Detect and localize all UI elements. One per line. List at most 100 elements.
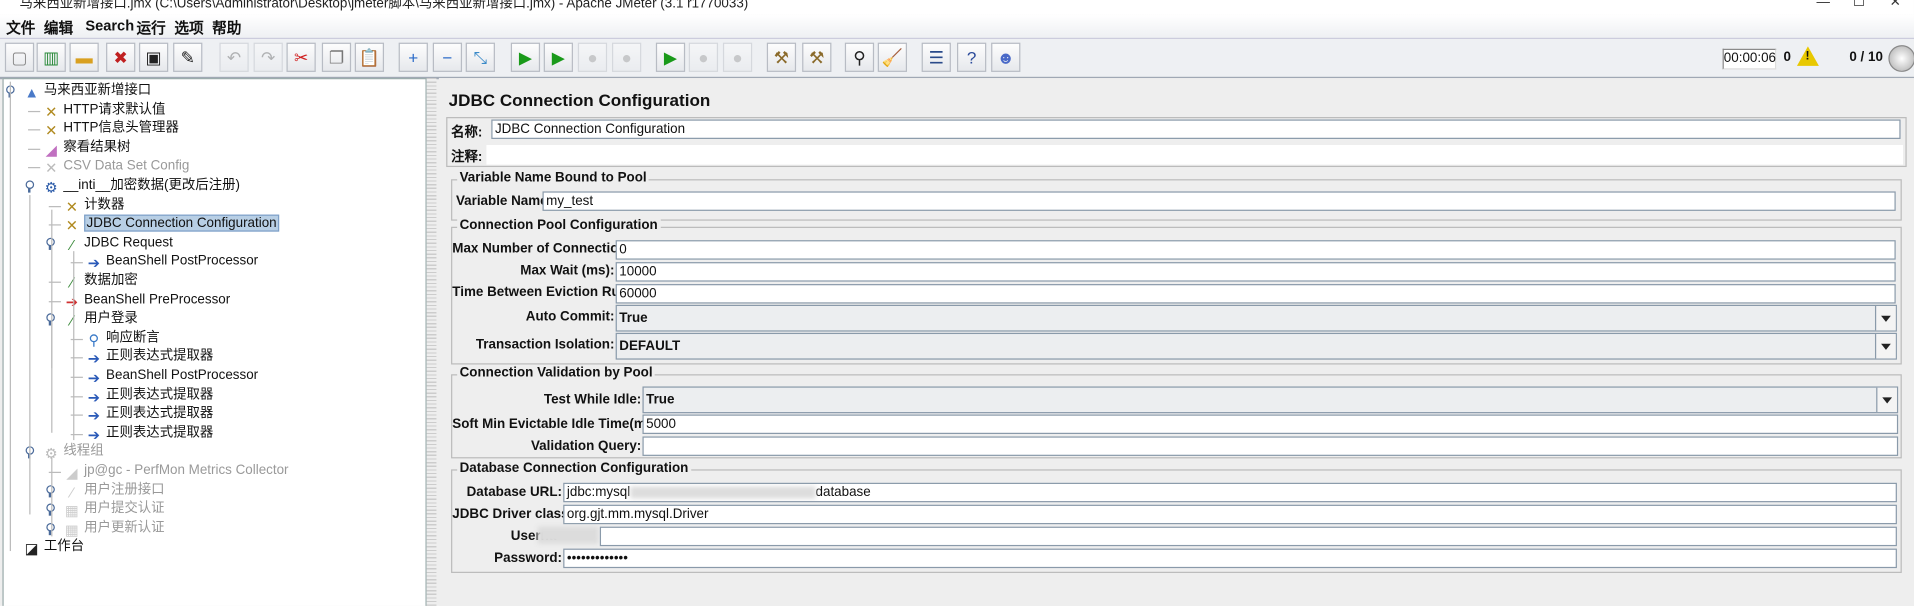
toolbar: 00:00:06 0 ! 0 / 10 ▢ ▥ ▬ ✖ ▣ ✎ ↶ ↷ ✂ ❐ 📋 + − ⤡ ▶ ▶ ● ● ▶ ●…: [0, 37, 1914, 80]
log-status-icon[interactable]: [1888, 45, 1914, 72]
shutdown-button[interactable]: ●: [611, 42, 642, 72]
tree-node[interactable]: ➔ 正则表达式提取器: [85, 386, 214, 405]
redo-button[interactable]: ↷: [253, 42, 283, 72]
chevron-down-icon[interactable]: [1876, 387, 1897, 413]
split-pane-divider[interactable]: [426, 78, 437, 606]
driver-class-input[interactable]: org.gjt.mm.mysql.Driver: [563, 504, 1897, 525]
templates-button[interactable]: ▥: [36, 42, 66, 72]
tree-node[interactable]: ◢ jp@gc - PerfMon Metrics Collector: [63, 462, 288, 481]
save-button[interactable]: ▣: [138, 42, 169, 72]
tree-node-label: BeanShell PreProcessor: [84, 292, 231, 307]
expand-toggle-icon[interactable]: [25, 180, 35, 193]
tree-node[interactable]: ▦ 用户更新认证: [63, 519, 165, 538]
tree-node[interactable]: ✕ CSV Data Set Config: [43, 158, 190, 177]
clear-button[interactable]: ⚒: [766, 42, 797, 72]
tree-node[interactable]: ◢ 察看结果树: [43, 139, 131, 158]
eviction-runs-input[interactable]: 60000: [615, 284, 1896, 304]
post-processor-icon: ➔: [87, 350, 101, 368]
menu-file[interactable]: 文件: [6, 17, 35, 38]
variable-name-input[interactable]: my_test: [542, 191, 1896, 211]
jmeter-window: 马来西亚新增接口.jmx (C:\Users\Administrator\Des…: [0, 0, 1914, 606]
function-helper-button[interactable]: ☰: [921, 42, 951, 72]
search-button[interactable]: ⚲: [844, 42, 875, 72]
config-element-icon: ✕: [65, 198, 79, 216]
close-window-button[interactable]: ✕: [1890, 0, 1901, 9]
tree-node-label: BeanShell PostProcessor: [106, 368, 259, 383]
tree-node[interactable]: ✕ 计数器: [63, 196, 125, 216]
open-button[interactable]: ▬: [69, 42, 99, 72]
transaction-isolation-label: Transaction Isolation:: [475, 337, 615, 353]
toggle-button[interactable]: ⤡: [465, 42, 495, 72]
close-button[interactable]: ✖: [106, 42, 136, 72]
database-url-label: Database URL:: [466, 485, 563, 500]
clear-all-button[interactable]: ⚒: [802, 42, 832, 72]
tree-node[interactable]: ⚲ 响应断言: [85, 329, 159, 348]
comment-input[interactable]: [486, 145, 1904, 165]
tree-node[interactable]: ➔ BeanShell PostProcessor: [85, 367, 259, 386]
paste-button[interactable]: 📋: [354, 42, 385, 72]
reset-search-button[interactable]: 🧹: [877, 42, 908, 72]
test-plan-tree[interactable]: ▲ 马来西亚新增接口 ✕ HTTP请求默认值 ✕ HTTP信息头管理器 ◢ 察看结果树 ✕ CSV…: [2, 78, 427, 606]
max-connections-input[interactable]: 0: [615, 240, 1896, 260]
remote-shutdown-button[interactable]: ●: [722, 42, 753, 72]
menu-search[interactable]: Search: [85, 17, 134, 34]
chevron-down-icon[interactable]: [1874, 334, 1896, 359]
tree-connector: [28, 129, 41, 131]
logger-button[interactable]: ☻: [991, 42, 1021, 72]
max-wait-input[interactable]: 10000: [615, 262, 1896, 282]
tree-node[interactable]: ▦ 用户提交认证: [63, 500, 165, 519]
tree-node[interactable]: ◪ 工作台: [23, 538, 84, 557]
expand-button[interactable]: +: [398, 42, 428, 72]
validation-query-input[interactable]: [642, 436, 1899, 456]
tree-node[interactable]: ⚙ __inti__加密数据(更改后注册): [43, 177, 240, 196]
tree-node[interactable]: ✕ HTTP信息头管理器: [43, 120, 179, 139]
help-button[interactable]: ?: [956, 42, 987, 72]
tree-node-label: CSV Data Set Config: [63, 158, 190, 174]
tree-node[interactable]: ✕ JDBC Connection Configuration: [63, 214, 280, 234]
copy-button[interactable]: ❐: [321, 42, 352, 72]
menu-run[interactable]: 运行: [137, 17, 166, 38]
tree-node[interactable]: ➔ 正则表达式提取器: [85, 405, 214, 425]
tree-node[interactable]: ➔ BeanShell PreProcessor: [63, 291, 231, 310]
start-button[interactable]: ▶: [510, 42, 541, 72]
start-no-pauses-button[interactable]: ▶: [543, 42, 573, 72]
password-input[interactable]: •••••••••••••: [563, 548, 1897, 569]
menu-options[interactable]: 选项: [174, 17, 203, 38]
tree-node[interactable]: ▲ 马来西亚新增接口: [23, 82, 151, 101]
save-as-button[interactable]: ✎: [173, 42, 203, 72]
cut-button[interactable]: ✂: [286, 42, 316, 72]
maximize-button[interactable]: ☐: [1853, 0, 1865, 9]
tree-node[interactable]: ⁄ 数据加密: [63, 272, 138, 291]
post-processor-icon: ➔: [87, 407, 101, 425]
tree-node[interactable]: ➔ BeanShell PostProcessor: [85, 253, 258, 272]
tree-node[interactable]: ✕ HTTP请求默认值: [43, 101, 165, 120]
tree-node[interactable]: ➔ 正则表达式提取器: [85, 348, 214, 368]
tree-node[interactable]: ➔ 正则表达式提取器: [85, 424, 214, 443]
test-while-idle-value: True: [646, 392, 675, 408]
test-while-idle-select[interactable]: True: [642, 386, 1899, 414]
save-as-icon: ✎: [180, 47, 195, 68]
tree-node[interactable]: ⁄ JDBC Request: [63, 234, 173, 253]
auto-commit-select[interactable]: True: [615, 304, 1897, 332]
undo-button[interactable]: ↶: [219, 42, 249, 72]
validation-group-legend: Connection Validation by Pool: [457, 365, 656, 381]
title-bar: 马来西亚新增接口.jmx (C:\Users\Administrator\Des…: [0, 0, 1914, 15]
username-input[interactable]: [599, 526, 1897, 547]
collapse-button[interactable]: −: [432, 42, 463, 72]
database-url-input[interactable]: jdbc:mysql database: [563, 482, 1897, 503]
tree-node[interactable]: ⁄ 用户注册接口: [63, 481, 165, 500]
warning-icon[interactable]: !: [1796, 46, 1819, 66]
menu-help[interactable]: 帮助: [212, 17, 241, 38]
transaction-isolation-select[interactable]: DEFAULT: [615, 332, 1897, 360]
page-title: JDBC Connection Configuration: [448, 90, 711, 110]
new-button[interactable]: ▢: [4, 42, 35, 72]
tree-node[interactable]: ⁄ 用户登录: [63, 310, 138, 329]
minimize-button[interactable]: —: [1816, 0, 1829, 9]
menu-edit[interactable]: 编辑: [44, 17, 73, 38]
remote-stop-button[interactable]: ●: [688, 42, 719, 72]
chevron-down-icon[interactable]: [1874, 305, 1896, 331]
stop-button[interactable]: ●: [577, 42, 608, 72]
soft-min-idle-input[interactable]: 5000: [642, 414, 1899, 434]
name-input[interactable]: JDBC Connection Configuration: [491, 119, 1901, 139]
remote-start-button[interactable]: ▶: [655, 42, 686, 72]
